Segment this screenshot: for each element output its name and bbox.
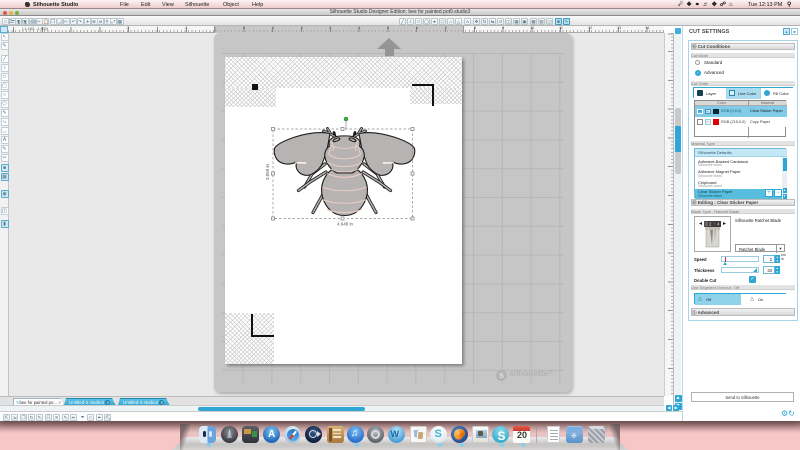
svg-text:3.059 in: 3.059 in	[265, 163, 270, 180]
svg-text:4.648 in: 4.648 in	[337, 222, 354, 227]
